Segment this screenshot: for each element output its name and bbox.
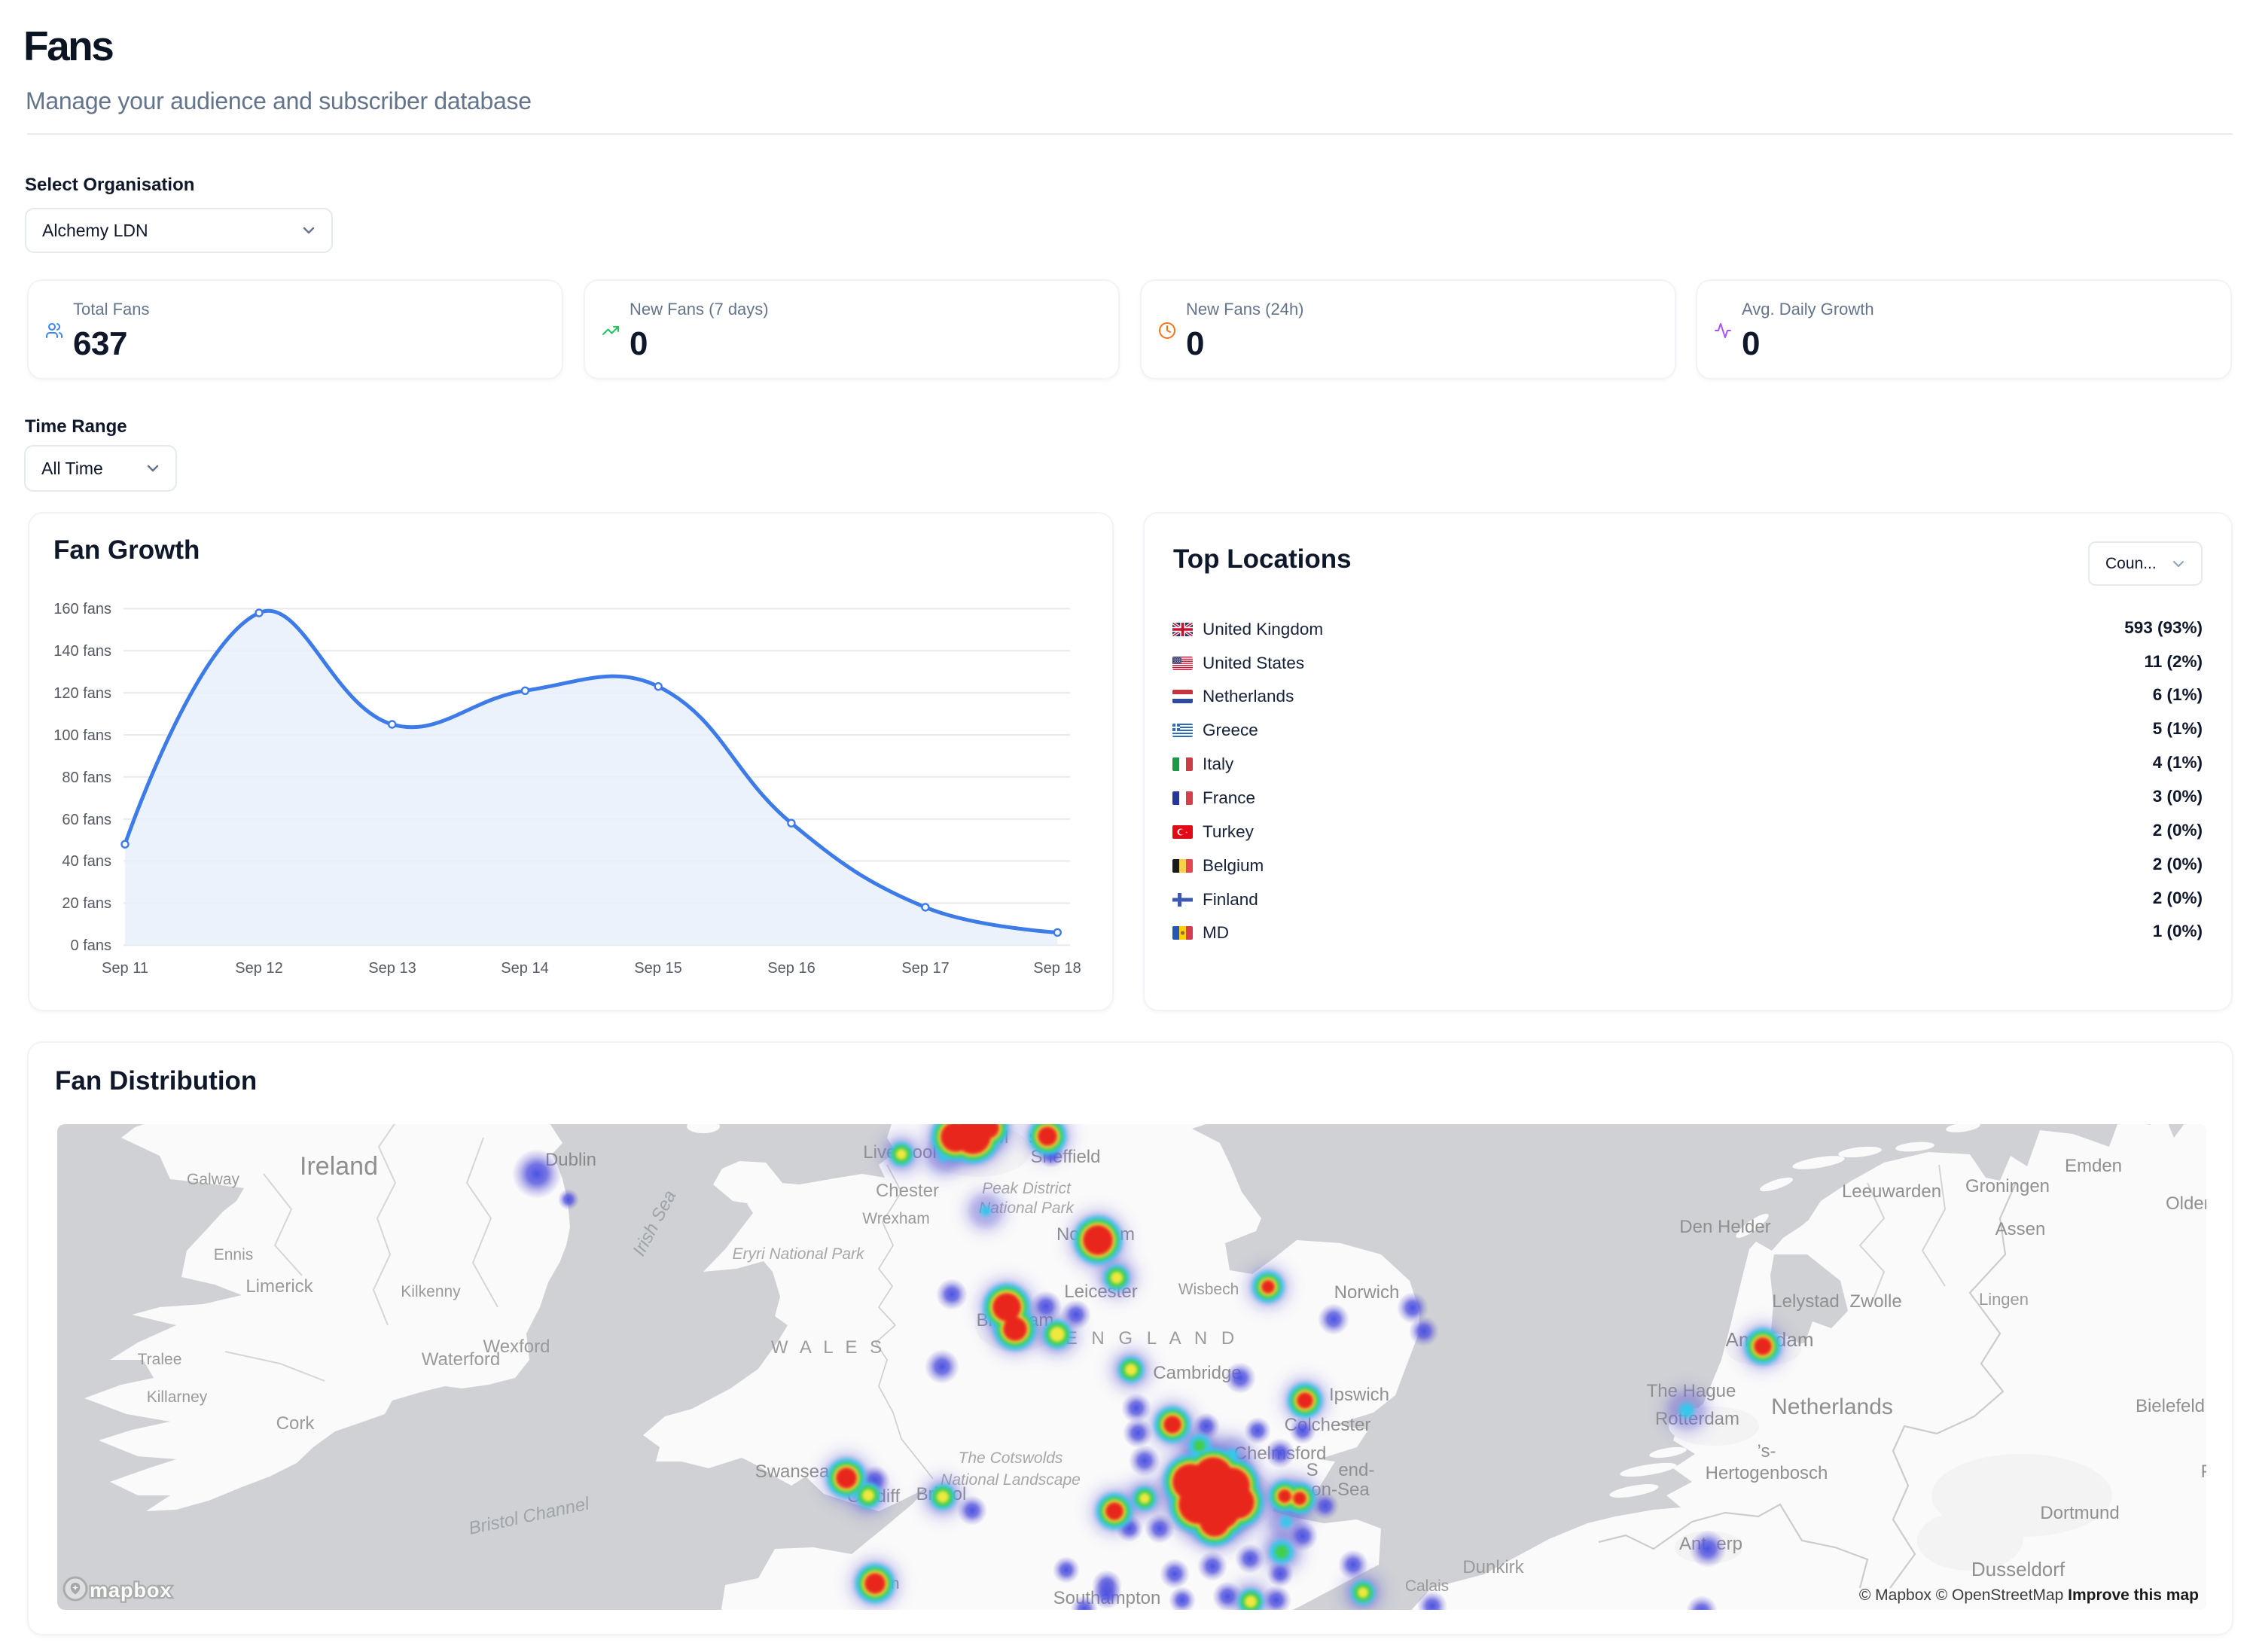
svg-text:mapbox: mapbox <box>90 1579 172 1602</box>
svg-text:Paderbo: Paderbo <box>2201 1462 2206 1482</box>
svg-text:Sep 18: Sep 18 <box>1033 960 1081 977</box>
svg-text:80 fans: 80 fans <box>62 770 111 786</box>
svg-text:Sep 17: Sep 17 <box>901 960 949 977</box>
svg-text:40 fans: 40 fans <box>62 853 111 870</box>
svg-text:Sep 14: Sep 14 <box>501 960 548 977</box>
svg-text:Lelystad: Lelystad <box>1772 1291 1839 1312</box>
svg-text:Norwich: Norwich <box>1334 1282 1400 1303</box>
svg-text:Groningen: Groningen <box>1965 1176 2050 1196</box>
svg-text:60 fans: 60 fans <box>62 812 111 828</box>
svg-text:Tralee: Tralee <box>138 1351 182 1368</box>
svg-text:S end-: S end- <box>1306 1460 1375 1480</box>
svg-text:Cork: Cork <box>276 1413 316 1434</box>
svg-text:Assen: Assen <box>1995 1219 2046 1239</box>
svg-text:W A L E S: W A L E S <box>771 1337 886 1358</box>
svg-text:Wrexham: Wrexham <box>862 1210 929 1227</box>
svg-text:20 fans: 20 fans <box>62 895 111 912</box>
svg-text:Waterford: Waterford <box>422 1349 500 1370</box>
svg-text:Dunkirk: Dunkirk <box>1462 1557 1524 1577</box>
svg-text:100 fans: 100 fans <box>53 727 111 744</box>
svg-text:Sep 12: Sep 12 <box>235 960 282 977</box>
svg-text:Kilkenny: Kilkenny <box>401 1283 461 1300</box>
svg-text:Hertogenbosch: Hertogenbosch <box>1706 1463 1828 1483</box>
svg-text:’s-: ’s- <box>1758 1441 1776 1462</box>
svg-text:The Cotswolds: The Cotswolds <box>959 1449 1063 1467</box>
svg-text:0 fans: 0 fans <box>71 937 111 954</box>
svg-text:Den Helder: Den Helder <box>1679 1217 1770 1237</box>
svg-text:Ennis: Ennis <box>214 1246 254 1263</box>
svg-text:Lingen: Lingen <box>1979 1290 2029 1309</box>
svg-text:Leeuwarden: Leeuwarden <box>1842 1181 1941 1202</box>
svg-text:Netherlands: Netherlands <box>1771 1394 1893 1419</box>
svg-text:Sep 11: Sep 11 <box>102 960 148 977</box>
svg-text:Chester: Chester <box>876 1181 939 1201</box>
svg-text:Ireland: Ireland <box>300 1152 378 1181</box>
svg-text:160 fans: 160 fans <box>53 601 111 617</box>
svg-text:Dortmund: Dortmund <box>2040 1503 2119 1523</box>
svg-text:Sep 15: Sep 15 <box>634 960 681 977</box>
svg-text:© Mapbox © OpenStreetMap Impro: © Mapbox © OpenStreetMap Improve this ma… <box>1859 1586 2199 1604</box>
svg-text:Ipswich: Ipswich <box>1329 1385 1389 1405</box>
svg-text:Oldenburg: Oldenburg <box>2166 1193 2206 1214</box>
svg-text:Zwolle: Zwolle <box>1849 1291 1901 1312</box>
svg-text:Killarney: Killarney <box>147 1388 208 1406</box>
svg-text:120 fans: 120 fans <box>53 685 111 702</box>
svg-text:Sep 16: Sep 16 <box>767 960 815 977</box>
svg-text:140 fans: 140 fans <box>53 643 111 660</box>
svg-text:Eryri National Park: Eryri National Park <box>732 1245 865 1263</box>
svg-text:Wisbech: Wisbech <box>1178 1281 1239 1298</box>
svg-text:Emden: Emden <box>2065 1156 2122 1176</box>
svg-text:Galway: Galway <box>187 1171 240 1188</box>
svg-text:Bielefeld: Bielefeld <box>2136 1396 2205 1416</box>
svg-text:Dusseldorf: Dusseldorf <box>1971 1558 2066 1580</box>
svg-text:Sep 13: Sep 13 <box>368 960 416 977</box>
svg-text:E N G L A N D: E N G L A N D <box>1066 1328 1239 1349</box>
svg-text:Limerick: Limerick <box>245 1276 313 1297</box>
